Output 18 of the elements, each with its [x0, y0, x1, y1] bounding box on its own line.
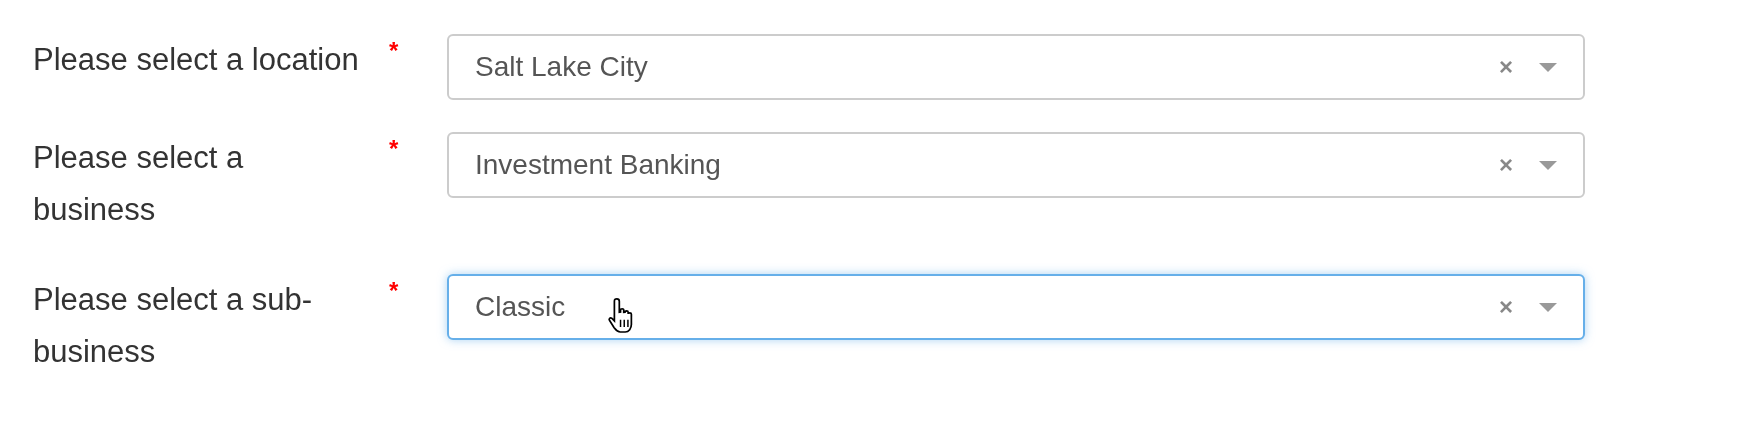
select-field[interactable]: Investment Banking × [447, 132, 1585, 198]
clear-button[interactable]: × [1499, 151, 1513, 179]
caret-icon[interactable] [1539, 302, 1557, 312]
clear-button[interactable]: × [1499, 53, 1513, 81]
select-value: Salt Lake City [475, 51, 649, 83]
caret-icon[interactable] [1539, 62, 1557, 72]
select-value: Classic [475, 291, 567, 323]
field-label: Please select a sub-business [33, 281, 314, 371]
select-field[interactable]: Salt Lake City × [447, 34, 1585, 100]
field-label: Please select a location [33, 41, 360, 79]
clear-button[interactable]: × [1499, 293, 1513, 321]
select-field[interactable]: Classic × [447, 274, 1585, 340]
required-mark: * [388, 36, 400, 66]
select-value: Investment Banking [475, 149, 722, 181]
required-mark: * [388, 134, 400, 164]
caret-icon[interactable] [1539, 160, 1557, 170]
required-mark: * [388, 276, 400, 306]
field-label: Please select a business [33, 139, 245, 229]
